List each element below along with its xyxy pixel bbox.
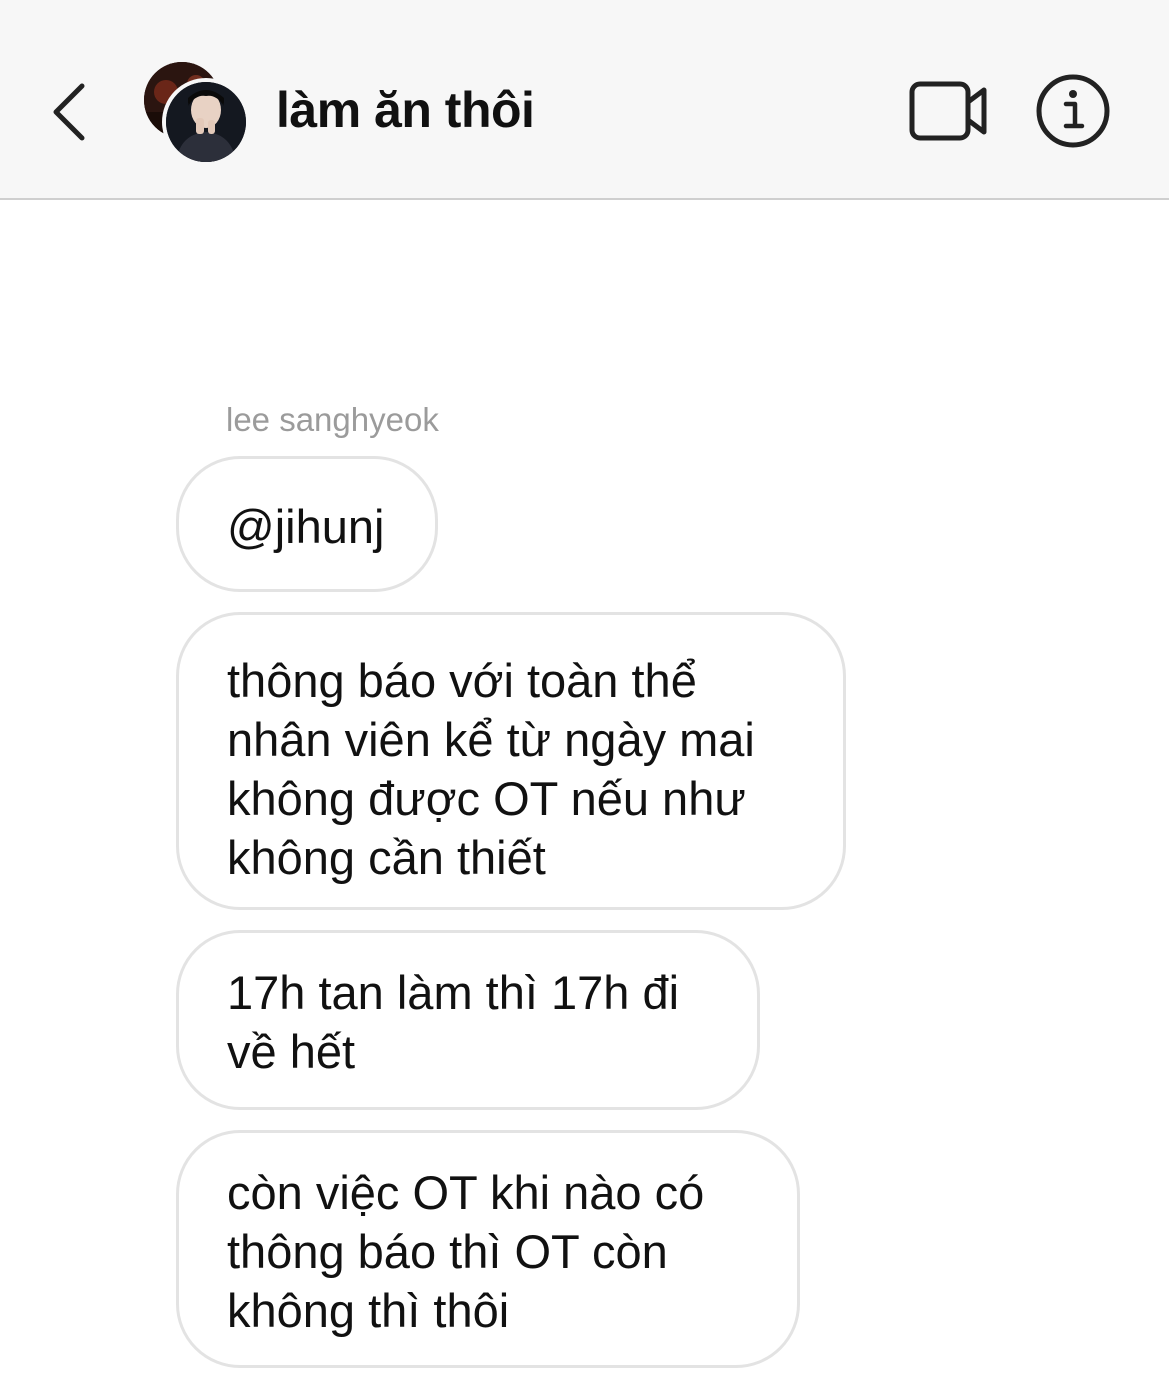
message-text: thông báo với toàn thể nhân viên kể từ n…	[227, 654, 755, 884]
info-button[interactable]	[1034, 72, 1112, 150]
video-call-button[interactable]	[906, 76, 992, 146]
message-bubble[interactable]: 17h tan làm thì 17h đi về hết	[176, 930, 760, 1110]
avatar-primary	[162, 78, 250, 166]
video-camera-icon	[909, 81, 987, 141]
message-text: còn việc OT khi nào có thông báo thì OT …	[227, 1166, 705, 1337]
sender-name: lee sanghyeok	[226, 401, 439, 438]
info-circle-icon	[1036, 74, 1110, 148]
message-text: @jihunj	[227, 500, 385, 553]
message-text: 17h tan làm thì 17h đi về hết	[227, 966, 680, 1078]
chevron-left-icon	[53, 83, 85, 141]
message-bubble[interactable]: thông báo với toàn thể nhân viên kể từ n…	[176, 612, 846, 910]
message-bubble[interactable]: còn việc OT khi nào có thông báo thì OT …	[176, 1130, 800, 1368]
back-button[interactable]	[40, 72, 100, 152]
message-bubble[interactable]: @jihunj	[176, 456, 438, 592]
chat-header: làm ăn thôi	[0, 0, 1169, 200]
chat-title[interactable]: làm ăn thôi	[276, 80, 535, 140]
group-avatar[interactable]	[140, 58, 250, 168]
